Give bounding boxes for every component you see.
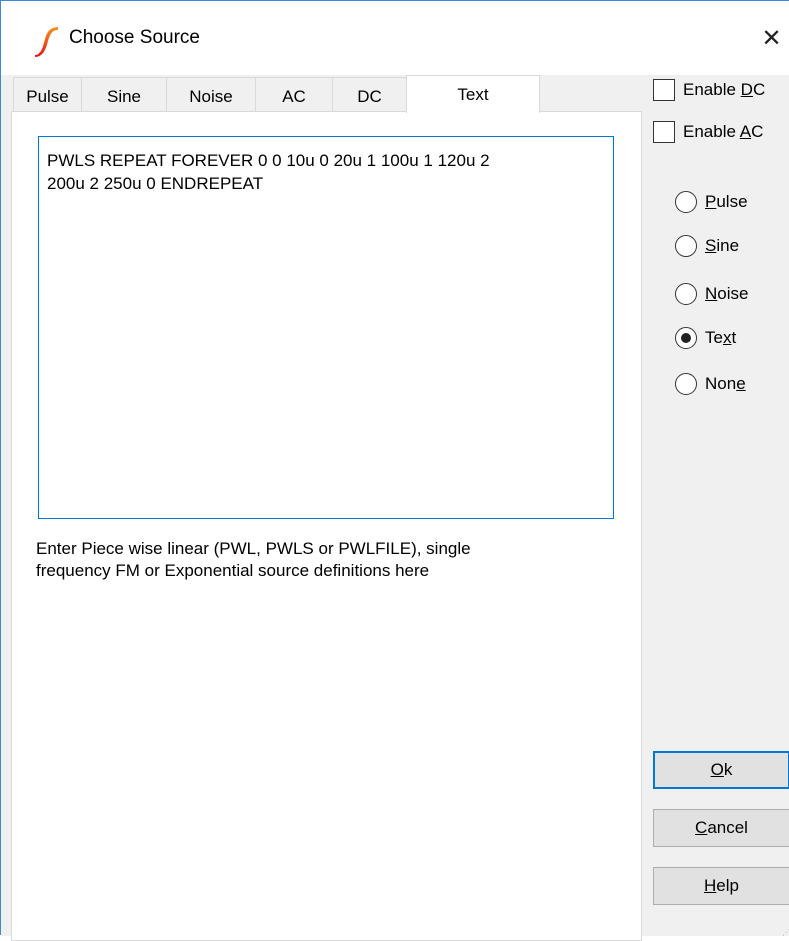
enable-ac-label[interactable]: Enable AC bbox=[683, 121, 763, 143]
tab-text[interactable]: Text bbox=[406, 75, 540, 113]
radio-text[interactable] bbox=[675, 327, 697, 349]
radio-pulse-label[interactable]: Pulse bbox=[705, 191, 748, 213]
radio-sine[interactable] bbox=[675, 235, 697, 257]
enable-dc-label[interactable]: Enable DC bbox=[683, 79, 765, 101]
tab-pulse[interactable]: Pulse bbox=[13, 77, 82, 111]
hint-line-2: frequency FM or Exponential source defin… bbox=[36, 561, 430, 580]
radio-noise[interactable] bbox=[675, 283, 697, 305]
radio-text-label[interactable]: Text bbox=[705, 327, 736, 349]
choose-source-dialog: Choose Source ✕ Pulse Sine Noise AC DC T… bbox=[0, 0, 789, 941]
cancel-button[interactable]: Cancel bbox=[653, 809, 789, 847]
enable-dc-checkbox[interactable] bbox=[653, 79, 675, 101]
radio-none[interactable] bbox=[675, 373, 697, 395]
radio-pulse[interactable] bbox=[675, 191, 697, 213]
tab-ac[interactable]: AC bbox=[255, 77, 333, 111]
text-tab-panel: PWLS REPEAT FOREVER 0 0 10u 0 20u 1 100u… bbox=[11, 111, 642, 941]
tab-sine[interactable]: Sine bbox=[81, 77, 167, 111]
window-title: Choose Source bbox=[69, 27, 200, 48]
hint-text: Enter Piece wise linear (PWL, PWLS or PW… bbox=[36, 538, 616, 582]
dialog-body: Pulse Sine Noise AC DC Text PWLS REPEAT … bbox=[1, 75, 789, 941]
help-button[interactable]: Help bbox=[653, 867, 789, 905]
radio-noise-label[interactable]: Noise bbox=[705, 283, 748, 305]
enable-ac-checkbox[interactable] bbox=[653, 121, 675, 143]
tab-noise[interactable]: Noise bbox=[166, 77, 256, 111]
hint-line-1: Enter Piece wise linear (PWL, PWLS or PW… bbox=[36, 539, 471, 558]
radio-sine-label[interactable]: Sine bbox=[705, 235, 739, 257]
resize-grip-icon[interactable]: ⋰ bbox=[782, 928, 789, 937]
close-icon[interactable]: ✕ bbox=[753, 19, 789, 59]
app-icon bbox=[31, 25, 61, 57]
ok-button[interactable]: Ok bbox=[653, 751, 789, 789]
radio-none-label[interactable]: None bbox=[705, 373, 746, 395]
tab-dc[interactable]: DC bbox=[332, 77, 407, 111]
source-definition-textarea[interactable]: PWLS REPEAT FOREVER 0 0 10u 0 20u 1 100u… bbox=[38, 136, 614, 519]
title-bar[interactable]: Choose Source ✕ bbox=[1, 1, 789, 75]
